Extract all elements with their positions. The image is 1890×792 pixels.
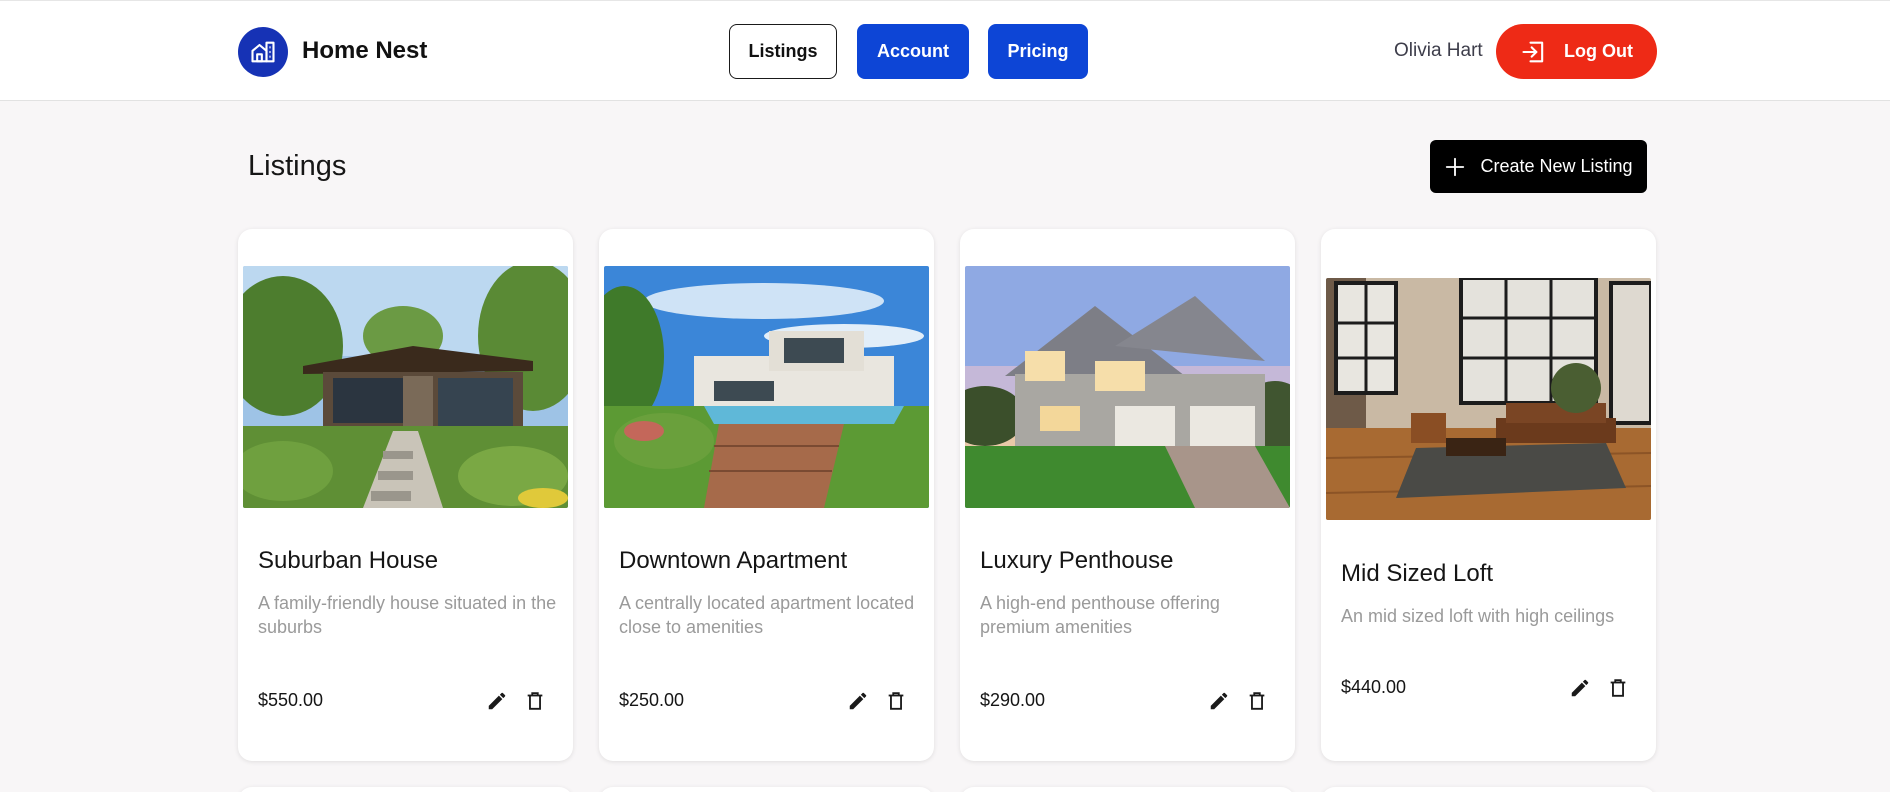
top-navbar: Home Nest Listings Account Pricing Olivi…: [0, 0, 1890, 101]
listing-description: A family-friendly house situated in the …: [258, 593, 557, 637]
create-listing-button[interactable]: Create New Listing: [1430, 140, 1647, 193]
listing-title[interactable]: Luxury Penthouse: [980, 547, 1173, 575]
listing-price: $550.00: [258, 690, 324, 710]
nav-pricing-button[interactable]: Pricing: [988, 24, 1088, 79]
delete-button[interactable]: [883, 688, 909, 714]
pencil-icon: [488, 692, 506, 710]
delete-button[interactable]: [1605, 675, 1631, 701]
trash-icon: [1610, 679, 1626, 697]
listing-description: A centrally located apartment located cl…: [619, 593, 915, 637]
delete-button[interactable]: [1244, 688, 1270, 714]
create-listing-label: Create New Listing: [1480, 156, 1633, 176]
house-building-icon: [251, 41, 275, 63]
logout-button[interactable]: Log Out: [1496, 24, 1657, 79]
listing-card[interactable]: Luxury Penthouse A high-end penthouse of…: [960, 229, 1295, 761]
edit-button[interactable]: [484, 688, 510, 714]
logo[interactable]: [238, 27, 288, 77]
listing-description: An mid sized loft with high ceilings: [1341, 606, 1615, 626]
listing-card[interactable]: Suburban House A family-friendly house s…: [238, 229, 573, 761]
trash-icon: [527, 692, 543, 710]
nav-listings-button[interactable]: Listings: [729, 24, 837, 79]
listing-price: $440.00: [1341, 677, 1407, 697]
listing-price: $250.00: [619, 690, 685, 710]
listing-card[interactable]: Mid Sized Loft An mid sized loft with hi…: [1321, 229, 1656, 761]
loft-interior-photo[interactable]: [1326, 278, 1651, 520]
pencil-icon: [849, 692, 867, 710]
edit-button[interactable]: [1206, 688, 1232, 714]
trash-icon: [888, 692, 904, 710]
pencil-icon: [1210, 692, 1228, 710]
listing-card-partial[interactable]: [960, 787, 1295, 792]
listing-title[interactable]: Suburban House: [258, 547, 438, 575]
modern-house-garden-photo[interactable]: [243, 266, 568, 508]
trash-icon: [1249, 692, 1265, 710]
edit-button[interactable]: [845, 688, 871, 714]
page-title: Listings: [248, 150, 347, 182]
suburban-house-dusk-photo[interactable]: [965, 266, 1290, 508]
edit-button[interactable]: [1567, 675, 1593, 701]
listing-card[interactable]: Downtown Apartment A centrally located a…: [599, 229, 934, 761]
brand-name[interactable]: Home Nest: [302, 37, 427, 65]
nav-account-button[interactable]: Account: [857, 24, 969, 79]
pencil-icon: [1571, 679, 1589, 697]
user-name: Olivia Hart: [1394, 40, 1483, 61]
listing-card-partial[interactable]: [1321, 787, 1656, 792]
listing-price: $290.00: [980, 690, 1046, 710]
plus-icon: [1446, 157, 1465, 176]
listing-title[interactable]: Mid Sized Loft: [1341, 560, 1493, 588]
modern-house-pool-photo[interactable]: [604, 266, 929, 508]
logout-label: Log Out: [1564, 41, 1633, 61]
listing-title[interactable]: Downtown Apartment: [619, 547, 847, 575]
sign-in-arrow-icon: [1522, 41, 1544, 62]
listing-card-partial[interactable]: [599, 787, 934, 792]
listing-description: A high-end penthouse offering premium am…: [980, 593, 1220, 637]
delete-button[interactable]: [522, 688, 548, 714]
listing-card-partial[interactable]: [238, 787, 573, 792]
